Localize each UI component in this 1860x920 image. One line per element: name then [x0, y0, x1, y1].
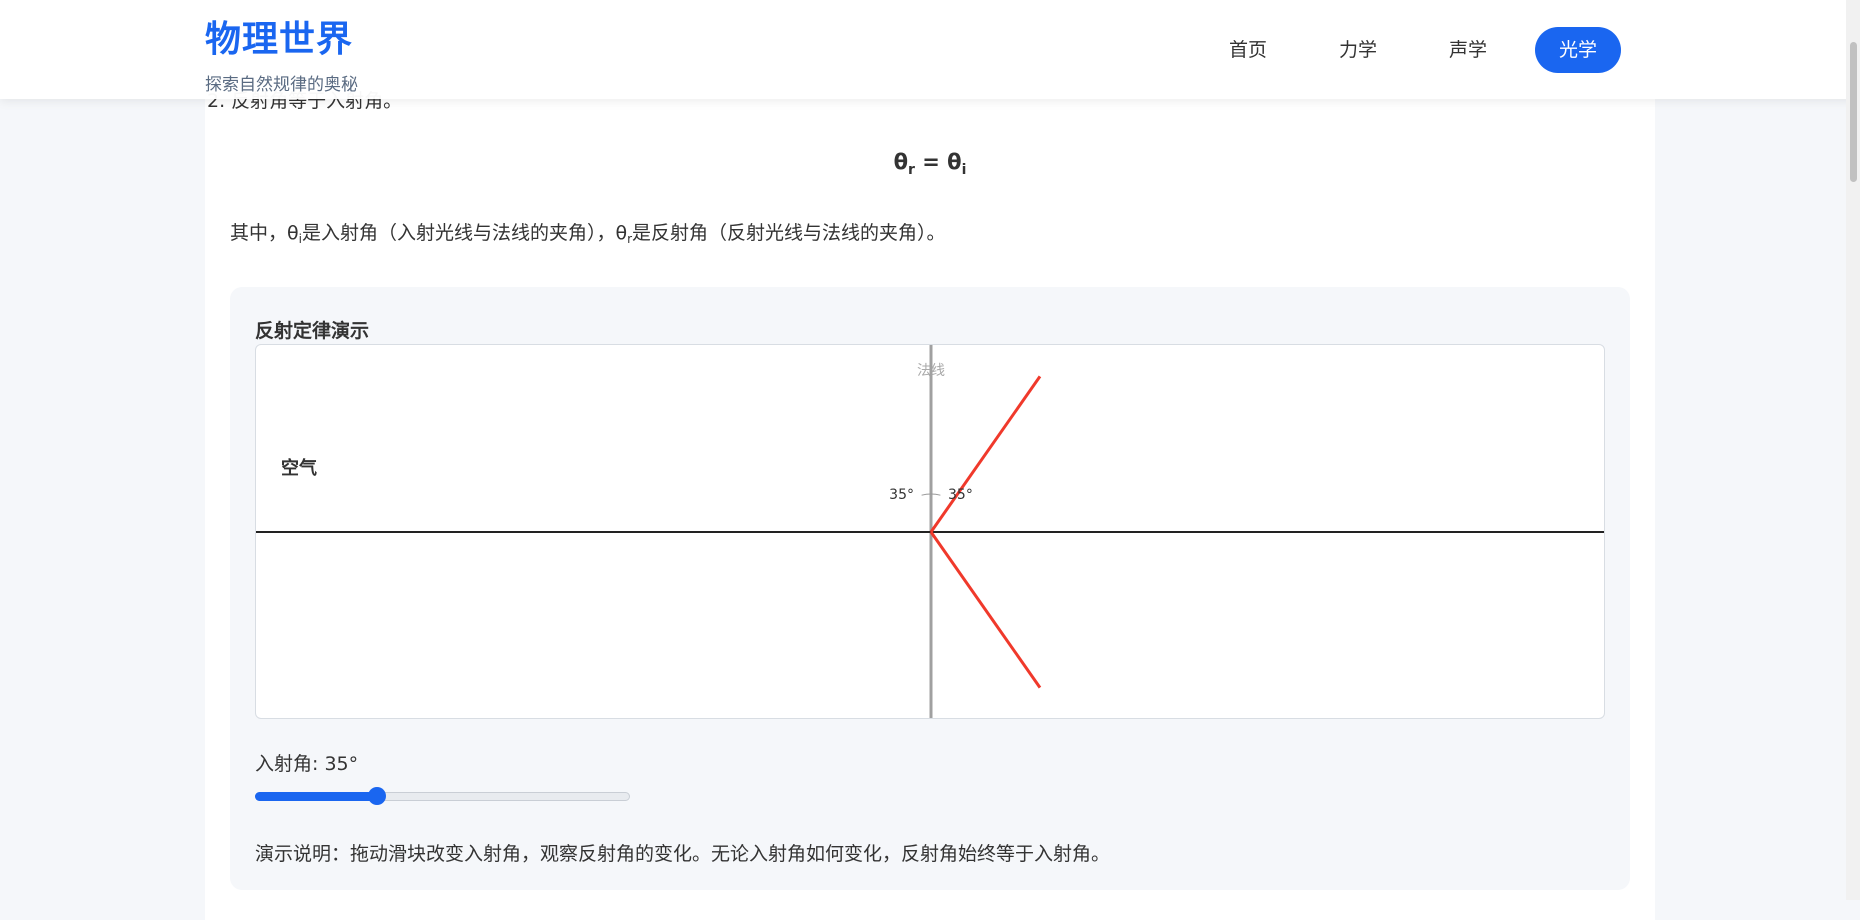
- angle-label-value: 35°: [324, 753, 359, 775]
- site-header: 物理世界 探索自然规律的奥秘 首页 力学 声学 光学: [0, 0, 1860, 99]
- formula-theta-i: θ: [947, 150, 962, 174]
- angle-label-prefix: 入射角:: [255, 753, 325, 775]
- page-scrollbar[interactable]: [1846, 0, 1860, 900]
- reflection-diagram: 法线 空气 35° 35°: [256, 345, 1604, 718]
- explain-suffix: 是反射角（反射光线与法线的夹角）。: [632, 222, 946, 244]
- reflection-canvas: 法线 空气 35° 35°: [255, 344, 1605, 719]
- formula-equals: =: [914, 150, 948, 174]
- main-nav: 首页 力学 声学 光学: [1205, 27, 1622, 73]
- nav-mechanics[interactable]: 力学: [1315, 27, 1401, 73]
- formula-theta-r: θ: [893, 150, 909, 174]
- reflection-formula: θr = θi: [205, 150, 1655, 178]
- incident-angle-label: 入射角: 35°: [255, 749, 358, 776]
- explain-middle: 是入射角（入射光线与法线的夹角），θ: [301, 222, 628, 244]
- explain-prefix: 其中，θ: [230, 222, 299, 244]
- formula-sub-i: i: [961, 162, 967, 178]
- nav-optics[interactable]: 光学: [1535, 27, 1622, 73]
- reflected-ray: [929, 375, 1042, 533]
- slider-thumb[interactable]: [367, 787, 386, 805]
- medium-label-air: 空气: [281, 457, 317, 479]
- site-logo-title[interactable]: 物理世界: [205, 10, 353, 62]
- slider-fill: [255, 792, 377, 801]
- incident-ray: [929, 531, 1042, 689]
- incident-angle-text: 35°: [889, 487, 914, 503]
- incident-angle-slider[interactable]: [255, 787, 630, 805]
- site-tagline: 探索自然规律的奥秘: [205, 75, 358, 95]
- normal-label: 法线: [917, 363, 945, 379]
- formula-explanation: 其中，θi是入射角（入射光线与法线的夹角），θr是反射角（反射光线与法线的夹角）…: [230, 218, 946, 246]
- reflect-angle-text: 35°: [948, 487, 973, 503]
- scrollbar-thumb[interactable]: [1850, 42, 1857, 182]
- demo-title: 反射定律演示: [255, 320, 370, 342]
- nav-acoustics[interactable]: 声学: [1425, 27, 1511, 73]
- nav-home[interactable]: 首页: [1205, 27, 1291, 73]
- formula-sub-r: r: [908, 162, 915, 178]
- demo-note: 演示说明：拖动滑块改变入射角，观察反射角的变化。无论入射角如何变化，反射角始终等…: [255, 843, 1111, 865]
